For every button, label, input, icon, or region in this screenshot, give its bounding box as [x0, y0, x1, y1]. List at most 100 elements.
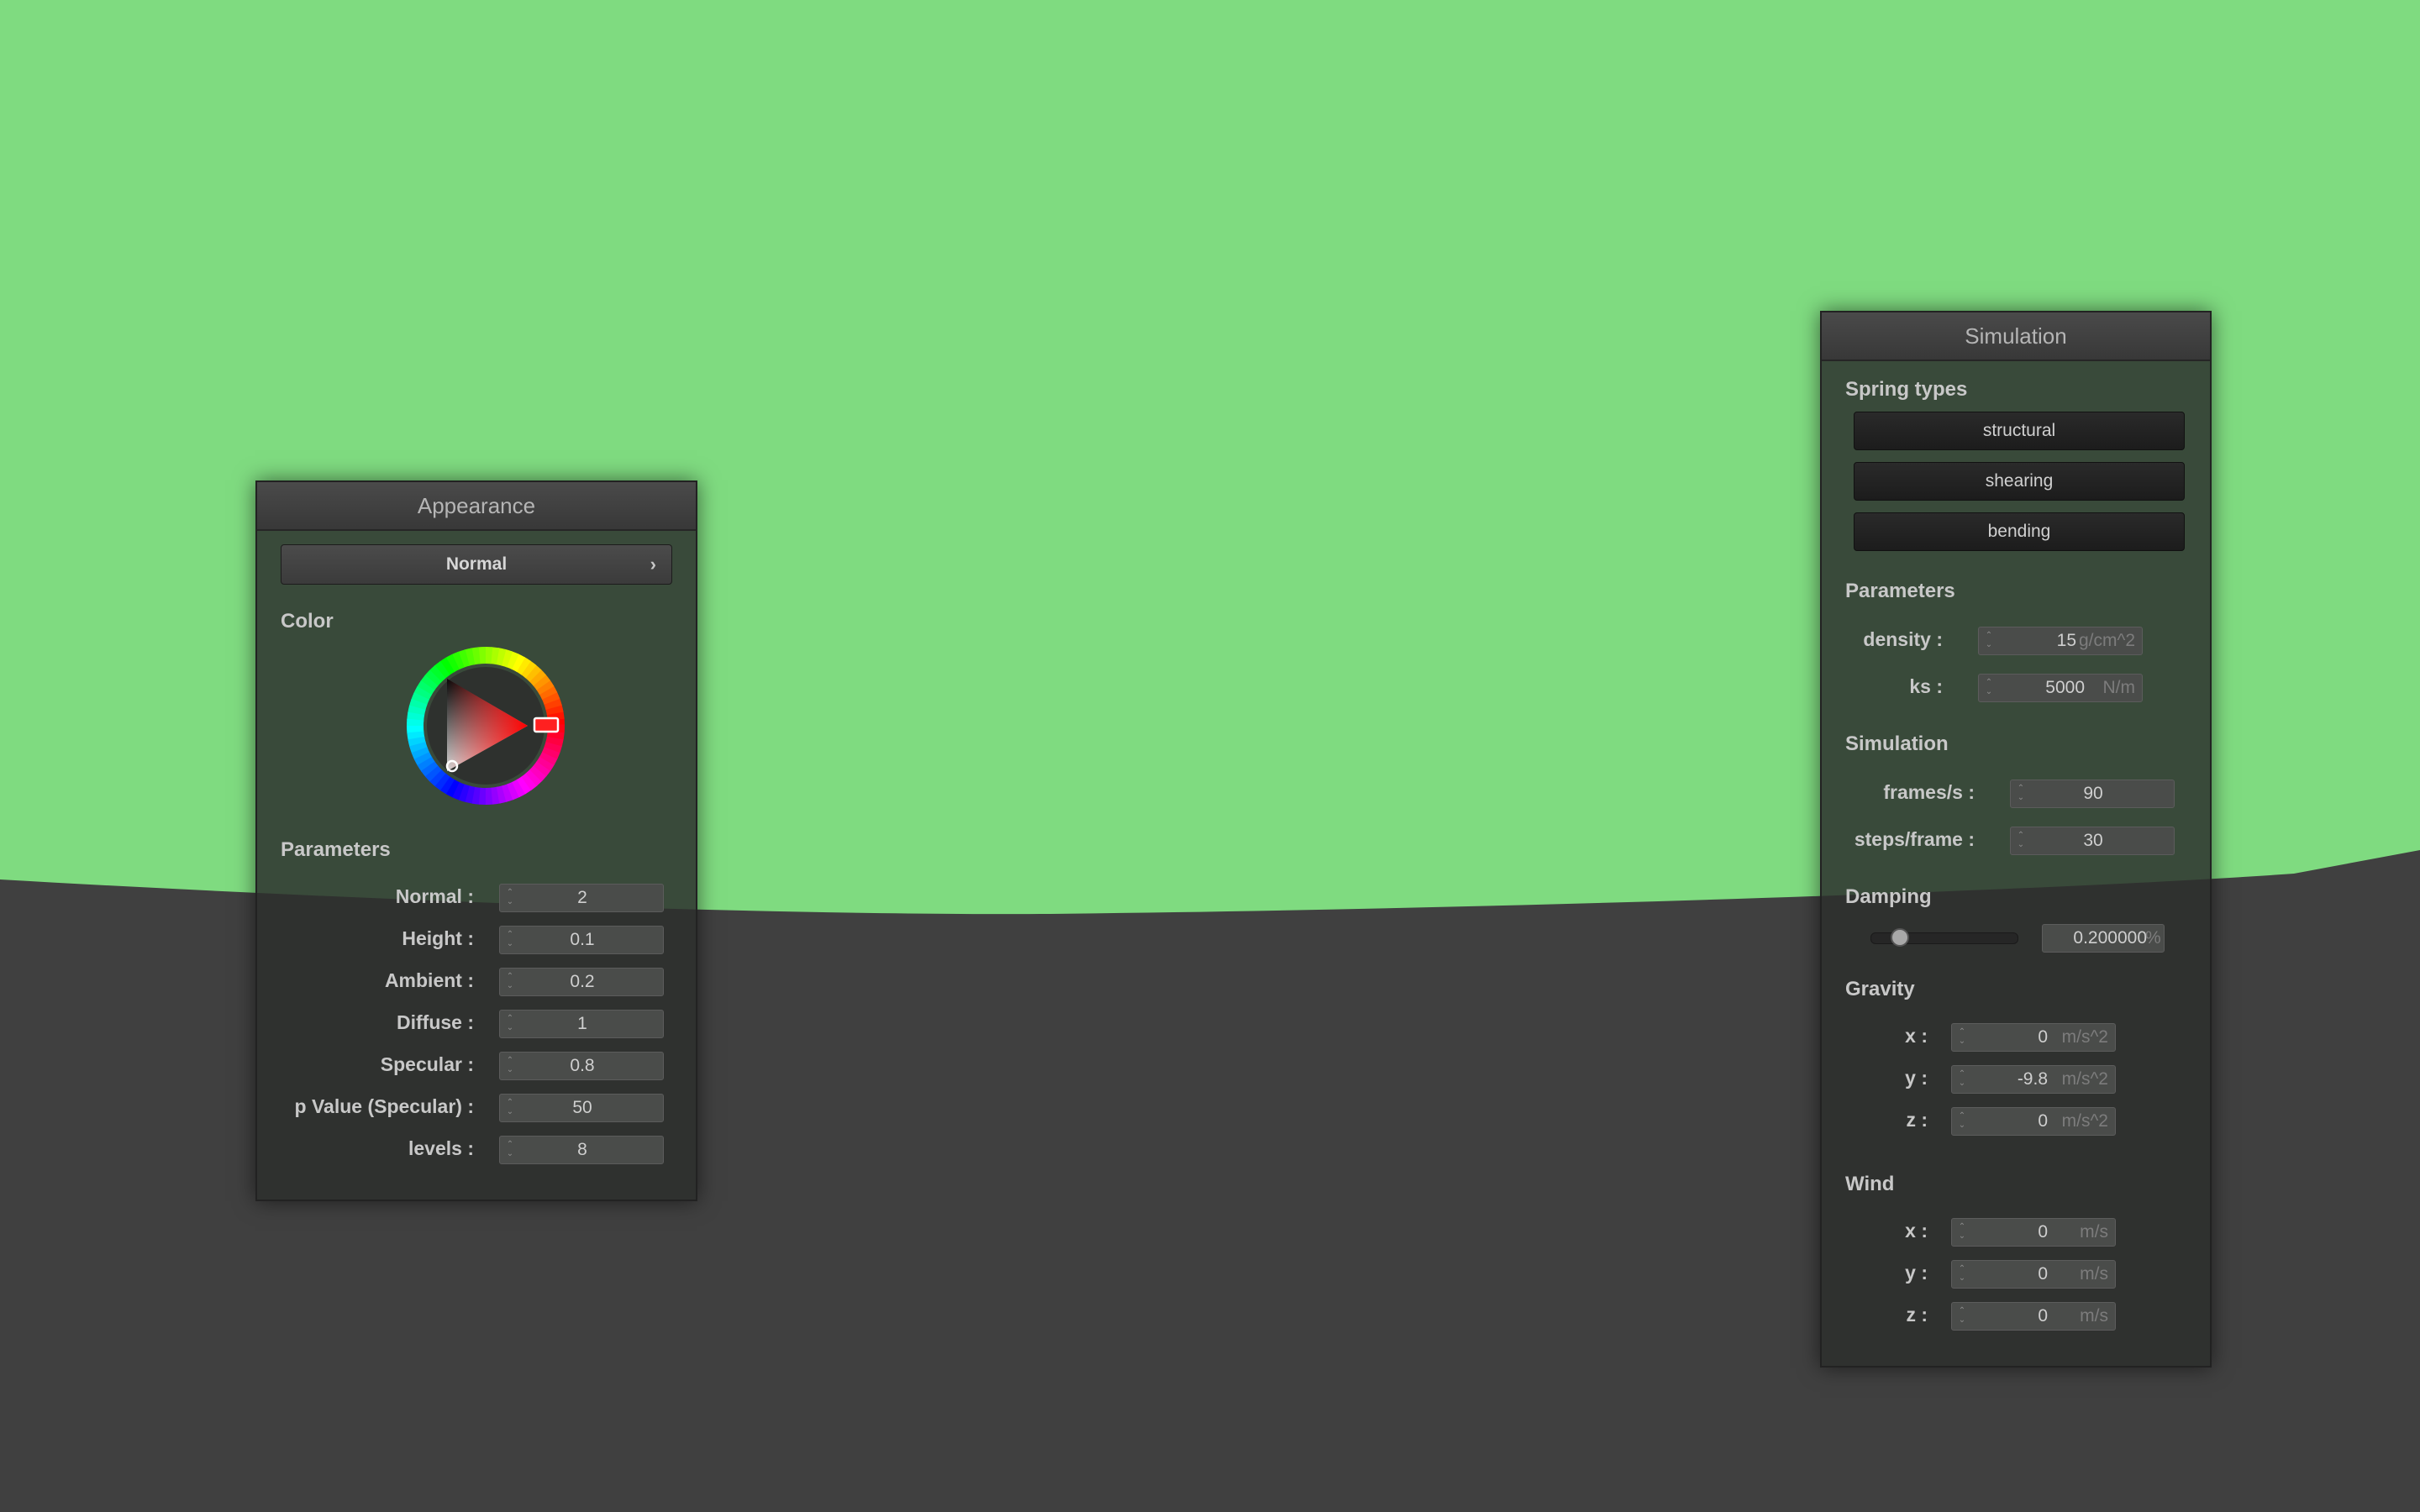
spinner-icon[interactable]: ⌃ ⌄ — [1957, 1069, 1967, 1089]
spring-types-label: Spring types — [1845, 378, 1968, 401]
steps-label: steps/frame : — [1854, 828, 1975, 850]
spinner-icon[interactable]: ⌃ ⌄ — [1957, 1027, 1967, 1047]
ks-field[interactable]: ⌃ ⌄ 5000 N/m — [1978, 674, 2143, 702]
damping-label: Damping — [1845, 885, 1932, 908]
param-field[interactable]: ⌃ ⌄ 0.8 — [499, 1052, 664, 1080]
param-value: 0.1 — [570, 930, 595, 949]
damping-unit: % — [2145, 928, 2161, 948]
param-field[interactable]: ⌃ ⌄ 0.1 — [499, 926, 664, 954]
density-label: density : — [1863, 628, 1943, 650]
spinner-icon[interactable]: ⌃ ⌄ — [505, 1056, 515, 1076]
spinner-icon[interactable]: ⌃ ⌄ — [2016, 831, 2026, 851]
axis-unit: m/s — [2080, 1222, 2108, 1242]
spinner-icon[interactable]: ⌃ ⌄ — [1957, 1111, 1967, 1131]
appearance-panel-title: Appearance — [257, 482, 696, 531]
axis-value: 0 — [2038, 1027, 2048, 1047]
axis-unit: m/s^2 — [2061, 1027, 2108, 1047]
chevron-right-icon: › — [650, 554, 656, 575]
param-value: 2 — [577, 888, 587, 907]
frames-field[interactable]: ⌃ ⌄ 90 — [2010, 780, 2175, 808]
gravity-axis-field[interactable]: ⌃ ⌄ 0 m/s^2 — [1951, 1107, 2116, 1136]
spinner-icon[interactable]: ⌃ ⌄ — [1957, 1222, 1967, 1242]
density-unit: g/cm^2 — [2078, 631, 2135, 650]
density-value: 15 — [2056, 631, 2076, 650]
wind-axis-field[interactable]: ⌃ ⌄ 0 m/s — [1951, 1218, 2116, 1247]
shading-mode-value: Normal — [445, 554, 508, 574]
axis-value: 0 — [2038, 1306, 2048, 1326]
sim-parameters-label: Parameters — [1845, 580, 1955, 602]
hue-handle[interactable] — [533, 717, 560, 733]
ks-value: 5000 — [2045, 678, 2085, 697]
shading-mode-select[interactable]: Normal › — [281, 544, 672, 585]
wind-axis-label: x : — [1905, 1220, 1928, 1242]
frames-label: frames/s : — [1883, 781, 1975, 803]
damping-field[interactable]: 0.200000 % — [2042, 924, 2165, 953]
steps-value: 30 — [2083, 831, 2103, 850]
gravity-axis-field[interactable]: ⌃ ⌄ 0 m/s^2 — [1951, 1023, 2116, 1052]
damping-value: 0.200000 — [2073, 928, 2147, 948]
param-field[interactable]: ⌃ ⌄ 8 — [499, 1136, 664, 1164]
axis-unit: m/s — [2080, 1306, 2108, 1326]
spinner-icon[interactable]: ⌃ ⌄ — [1957, 1306, 1967, 1326]
appearance-panel: Appearance Normal › Color Parameters Nor… — [255, 480, 697, 1201]
axis-value: 0 — [2038, 1111, 2048, 1131]
axis-value: -9.8 — [2017, 1069, 2048, 1089]
appearance-parameters-label: Parameters — [281, 838, 391, 861]
spinner-icon[interactable]: ⌃ ⌄ — [505, 1140, 515, 1160]
spinner-icon[interactable]: ⌃ ⌄ — [505, 1014, 515, 1034]
param-label: Diffuse : — [397, 1011, 474, 1033]
wind-axis-field[interactable]: ⌃ ⌄ 0 m/s — [1951, 1260, 2116, 1289]
spinner-icon[interactable]: ⌃ ⌄ — [1984, 631, 1994, 651]
wind-axis-field[interactable]: ⌃ ⌄ 0 m/s — [1951, 1302, 2116, 1331]
param-value: 1 — [577, 1014, 587, 1033]
gravity-axis-label: x : — [1905, 1025, 1928, 1047]
param-value: 0.8 — [570, 1056, 595, 1075]
param-value: 8 — [577, 1140, 587, 1159]
structural-spring-button[interactable]: structural — [1854, 412, 2185, 450]
color-wheel[interactable] — [402, 642, 570, 810]
spinner-icon[interactable]: ⌃ ⌄ — [2016, 784, 2026, 804]
axis-value: 0 — [2038, 1264, 2048, 1284]
axis-unit: m/s^2 — [2061, 1111, 2108, 1131]
gravity-axis-label: z : — [1906, 1109, 1928, 1131]
param-label: Normal : — [395, 885, 474, 907]
param-value: 50 — [572, 1098, 592, 1117]
param-field[interactable]: ⌃ ⌄ 2 — [499, 884, 664, 912]
frames-value: 90 — [2083, 784, 2103, 803]
simulation-panel: Simulation Spring types structural shear… — [1820, 311, 2212, 1368]
axis-unit: m/s^2 — [2061, 1069, 2108, 1089]
param-field[interactable]: ⌃ ⌄ 50 — [499, 1094, 664, 1122]
param-label: Height : — [402, 927, 474, 949]
wind-axis-label: y : — [1905, 1262, 1928, 1284]
wind-label: Wind — [1845, 1173, 1895, 1195]
color-section-label: Color — [281, 610, 334, 633]
axis-unit: m/s — [2080, 1264, 2108, 1284]
spinner-icon[interactable]: ⌃ ⌄ — [505, 972, 515, 992]
damping-slider-handle[interactable] — [1890, 928, 1909, 947]
param-label: Ambient : — [384, 969, 474, 991]
steps-field[interactable]: ⌃ ⌄ 30 — [2010, 827, 2175, 855]
spinner-icon[interactable]: ⌃ ⌄ — [1984, 678, 1994, 698]
density-field[interactable]: ⌃ ⌄ 15 g/cm^2 — [1978, 627, 2143, 655]
gravity-label: Gravity — [1845, 978, 1915, 1000]
param-label: levels : — [408, 1137, 474, 1159]
param-field[interactable]: ⌃ ⌄ 0.2 — [499, 968, 664, 996]
gravity-axis-label: y : — [1905, 1067, 1928, 1089]
shearing-spring-button[interactable]: shearing — [1854, 462, 2185, 501]
ks-label: ks : — [1909, 675, 1943, 697]
spinner-icon[interactable]: ⌃ ⌄ — [505, 930, 515, 950]
axis-value: 0 — [2038, 1222, 2048, 1242]
wind-axis-label: z : — [1906, 1304, 1928, 1326]
param-label: Specular : — [380, 1053, 474, 1075]
gravity-axis-field[interactable]: ⌃ ⌄ -9.8 m/s^2 — [1951, 1065, 2116, 1094]
param-value: 0.2 — [570, 972, 595, 991]
spinner-icon[interactable]: ⌃ ⌄ — [1957, 1264, 1967, 1284]
bending-spring-button[interactable]: bending — [1854, 512, 2185, 551]
param-field[interactable]: ⌃ ⌄ 1 — [499, 1010, 664, 1038]
simulation-panel-title: Simulation — [1822, 312, 2210, 361]
spinner-icon[interactable]: ⌃ ⌄ — [505, 1098, 515, 1118]
simulation-section-label: Simulation — [1845, 732, 1949, 755]
ks-unit: N/m — [2102, 678, 2136, 697]
spinner-icon[interactable]: ⌃ ⌄ — [505, 888, 515, 908]
param-label: p Value (Specular) : — [294, 1095, 474, 1117]
